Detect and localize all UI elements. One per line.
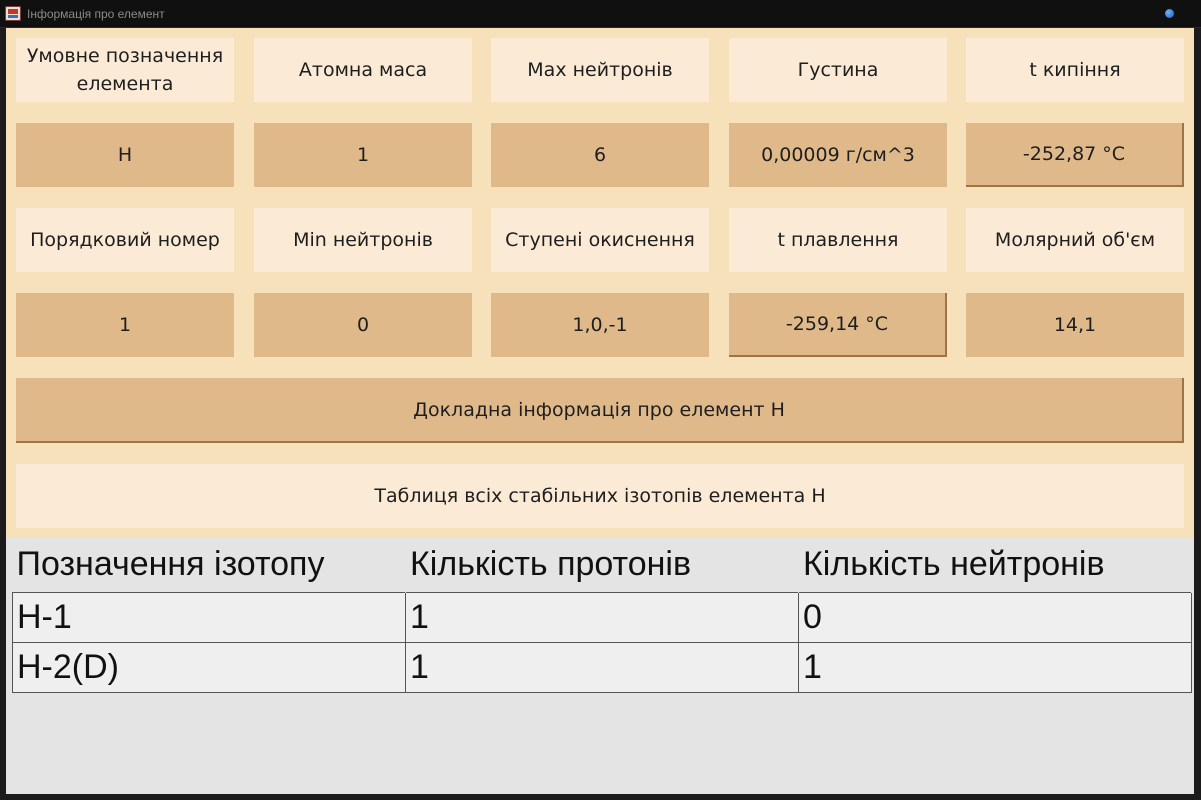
value-density: 0,00009 г/см^3 [729, 123, 947, 187]
label-oxidation-states: Ступені окиснення [491, 208, 709, 272]
table-row[interactable]: H-2(D) 1 1 [12, 641, 1192, 693]
value-min-neutrons: 0 [254, 293, 472, 357]
value-molar-volume: 14,1 [966, 293, 1184, 357]
isotopes-table: Позначення ізотопу Кількість протонів Кі… [12, 538, 1192, 693]
table-cell[interactable]: 1 [405, 591, 799, 643]
app-icon [5, 6, 21, 21]
label-melting-point: t плавлення [729, 208, 947, 272]
value-max-neutrons: 6 [491, 123, 709, 187]
element-info-panel: Умовне позначення елемента Атомна маса M… [6, 28, 1194, 794]
label-atomic-mass: Атомна маса [254, 38, 472, 102]
table-header-row: Позначення ізотопу Кількість протонів Кі… [12, 538, 1192, 592]
isotopes-table-area: Позначення ізотопу Кількість протонів Кі… [6, 538, 1194, 794]
table-cell[interactable]: 0 [798, 591, 1192, 643]
column-header-isotope[interactable]: Позначення ізотопу [12, 538, 406, 592]
label-boiling-point: t кипіння [966, 38, 1184, 102]
column-header-protons[interactable]: Кількість протонів [405, 538, 799, 592]
table-cell[interactable]: H-1 [12, 591, 406, 643]
boiling-point-button[interactable]: -252,87 °C [966, 123, 1184, 187]
table-row[interactable]: H-1 1 0 [12, 591, 1192, 643]
label-molar-volume: Молярний об'єм [966, 208, 1184, 272]
isotopes-caption: Таблиця всіх стабільних ізотопів елемент… [16, 464, 1184, 528]
table-cell[interactable]: H-2(D) [12, 641, 406, 693]
table-cell[interactable]: 1 [405, 641, 799, 693]
label-atomic-number: Порядковий номер [16, 208, 234, 272]
window-titlebar: Інформація про елемент [0, 0, 1201, 28]
label-max-neutrons: Max нейтронів [491, 38, 709, 102]
label-min-neutrons: Min нейтронів [254, 208, 472, 272]
value-atomic-mass: 1 [254, 123, 472, 187]
value-symbol: H [16, 123, 234, 187]
value-oxidation-states: 1,0,-1 [491, 293, 709, 357]
column-header-neutrons[interactable]: Кількість нейтронів [798, 538, 1192, 592]
table-cell[interactable]: 1 [798, 641, 1192, 693]
details-button[interactable]: Докладна інформація про елемент H [16, 378, 1184, 443]
window-title: Інформація про елемент [27, 7, 165, 21]
label-symbol: Умовне позначення елемента [16, 38, 234, 102]
melting-point-button[interactable]: -259,14 °C [729, 293, 947, 357]
window-control-icon[interactable] [1165, 9, 1174, 18]
value-atomic-number: 1 [16, 293, 234, 357]
label-density: Густина [729, 38, 947, 102]
